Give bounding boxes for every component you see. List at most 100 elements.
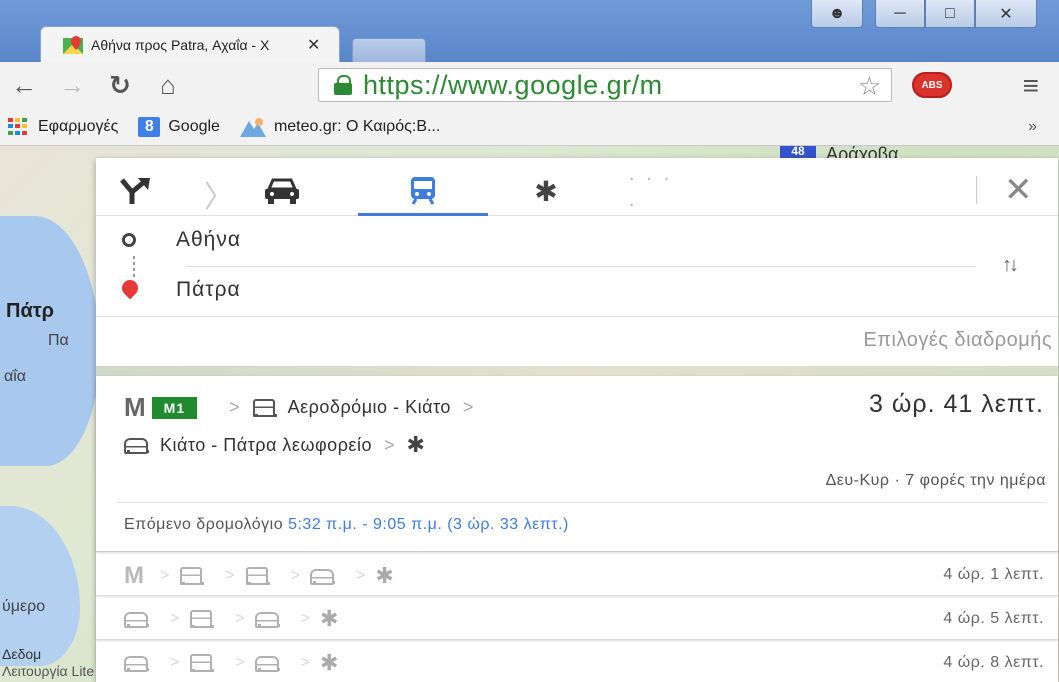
route-duration: 4 ώρ. 8 λεπτ. [943, 654, 1044, 671]
train-icon [189, 653, 215, 673]
close-directions-icon[interactable]: ✕ [1004, 170, 1033, 210]
bus-icon [254, 610, 280, 628]
next-departure-time[interactable]: 5:32 π.μ. - 9:05 π.μ. (3 ώρ. 33 λεπτ.) [288, 516, 569, 533]
train-icon [252, 398, 277, 418]
chevron-right-icon: > [300, 654, 311, 671]
route-card-alt[interactable]: M > > > > ✱ 4 ώρ. 1 λεπτ. [96, 554, 1058, 596]
train-icon [189, 609, 215, 629]
segment-text: Κιάτο - Πάτρα λεωφορείο [160, 434, 372, 455]
apps-grid-icon [8, 117, 30, 136]
route-dots [133, 256, 135, 278]
chevron-right-icon: > [290, 567, 301, 584]
forward-arrow-icon[interactable]: → [48, 70, 96, 101]
origin-text: Αθήνα [176, 228, 242, 251]
bus-icon [124, 436, 149, 454]
chevron-right-icon: > [300, 610, 311, 627]
map-water [0, 506, 80, 666]
menu-hamburger-icon[interactable]: ≡ [1023, 70, 1039, 102]
user-profile-icon[interactable]: ☻ [811, 0, 863, 28]
route-segments: M M1 > Αεροδρόμιο - Κιάτο > [124, 392, 485, 423]
bookmark-star-icon[interactable]: ☆ [858, 71, 881, 102]
reload-icon[interactable]: ↻ [96, 70, 144, 101]
maximize-icon[interactable]: □ [925, 0, 975, 28]
route-card-alt[interactable]: > > > ✱ 4 ώρ. 5 λεπτ. [96, 598, 1058, 640]
map-label: Πάτρ [6, 300, 55, 322]
divider [186, 266, 976, 267]
route-segments: > > > ✱ [124, 606, 338, 632]
new-tab-button[interactable] [352, 38, 426, 62]
transit-mode-tab[interactable] [358, 166, 488, 216]
travel-mode-bar: 〉 ✱ · · · · ✕ [96, 158, 1058, 216]
browser-toolbar: ← → ↻ ⌂ https://www.google.gr/m ☆ ABS ≡ [0, 62, 1059, 108]
tab-title: Αθήνα προς Patra, Αχαΐα - Χ [91, 36, 270, 53]
route-segments: Κιάτο - Πάτρα λεωφορείο > ✱ [124, 432, 425, 458]
back-arrow-icon[interactable]: ← [0, 70, 48, 101]
bookmark-label: Google [168, 117, 220, 135]
swap-arrows-icon[interactable]: ↑↓ [1002, 254, 1019, 277]
walking-icon: ✱ [320, 650, 339, 675]
route-options-link[interactable]: Επιλογές διαδρομής [863, 329, 1052, 352]
close-window-icon[interactable]: ✕ [975, 0, 1037, 28]
line-badge: M1 [151, 396, 198, 419]
bookmark-label: Εφαρμογές [38, 117, 119, 135]
meteo-icon [239, 117, 266, 137]
best-route-mode[interactable] [110, 166, 160, 216]
map-peek [96, 366, 1058, 376]
bookmark-label: meteo.gr: Ο Καιρός:Β... [273, 117, 441, 135]
route-duration: 3 ώρ. 41 λεπτ. [869, 390, 1044, 418]
bus-icon [124, 610, 149, 628]
metro-icon: M [124, 562, 144, 589]
divider [976, 176, 977, 204]
window-titlebar: ☻ ─ □ ✕ Αθήνα προς Patra, Αχαΐα - Χ ✕ [0, 0, 1059, 62]
home-icon[interactable]: ⌂ [144, 70, 192, 101]
route-segments: M > > > > ✱ [124, 562, 394, 590]
route-schedule: Δευ-Κυρ · 7 φορές την ημέρα [825, 472, 1046, 489]
walking-mode-tab[interactable]: ✱ [516, 166, 576, 216]
walking-icon: ✱ [534, 175, 558, 207]
directions-panel: 〉 ✱ · · · · ✕ Αθήνα Πάτρα ↑↓ Επιλογές δι… [96, 158, 1058, 682]
tab-close-icon[interactable]: ✕ [307, 35, 320, 55]
origin-circle-icon [122, 233, 136, 247]
more-modes-tab[interactable]: · · · · [628, 165, 678, 216]
train-icon [411, 176, 435, 205]
lock-icon [333, 74, 353, 96]
chevron-right-icon: 〉 [204, 181, 234, 214]
chevron-right-icon: > [170, 610, 180, 627]
train-icon [179, 566, 205, 586]
chevron-right-icon: > [235, 654, 245, 671]
chevron-right-icon: > [235, 610, 245, 627]
driving-mode-tab[interactable] [242, 166, 322, 216]
chevron-right-icon: > [160, 567, 170, 584]
route-duration: 4 ώρ. 5 λεπτ. [943, 610, 1044, 627]
bookmark-google[interactable]: 8 Google [138, 116, 220, 137]
route-duration: 4 ώρ. 1 λεπτ. [943, 566, 1044, 583]
divider [116, 502, 1046, 503]
chevron-right-icon: > [229, 397, 240, 417]
browser-tab-active[interactable]: Αθήνα προς Patra, Αχαΐα - Χ ✕ [40, 26, 340, 62]
chevron-right-icon: > [383, 434, 395, 455]
bus-icon [310, 567, 336, 585]
origin-field[interactable]: Αθήνα [122, 228, 241, 252]
window-controls: ☻ ─ □ ✕ [811, 0, 1037, 28]
chevron-right-icon: > [225, 567, 235, 584]
train-icon [245, 566, 270, 586]
turn-arrow-icon [120, 178, 150, 204]
bookmark-meteo[interactable]: meteo.gr: Ο Καιρός:Β... [239, 117, 441, 137]
route-card-selected[interactable]: M M1 > Αεροδρόμιο - Κιάτο > 3 ώρ. 41 λεπ… [96, 376, 1058, 552]
map-label: Πα [48, 332, 69, 349]
minimize-icon[interactable]: ─ [875, 0, 925, 28]
bookmark-apps[interactable]: Εφαρμογές [8, 117, 119, 136]
google-icon: 8 [138, 116, 161, 137]
map-label: αΐα [4, 368, 27, 385]
route-options-row: Επιλογές διαδρομής [96, 316, 1058, 366]
walking-icon: ✱ [406, 432, 425, 457]
route-card-alt[interactable]: > > > ✱ 4 ώρ. 8 λεπτ. [96, 642, 1058, 682]
address-bar[interactable]: https://www.google.gr/m ☆ [318, 68, 892, 102]
destination-text: Πάτρα [176, 278, 241, 301]
chevron-right-icon: > [170, 654, 180, 671]
destination-field[interactable]: Πάτρα [122, 278, 241, 302]
bus-icon [124, 654, 149, 672]
chevron-right-icon: > [462, 397, 474, 417]
bookmarks-more-icon[interactable]: » [1028, 118, 1037, 136]
adblock-icon[interactable]: ABS [912, 72, 952, 98]
